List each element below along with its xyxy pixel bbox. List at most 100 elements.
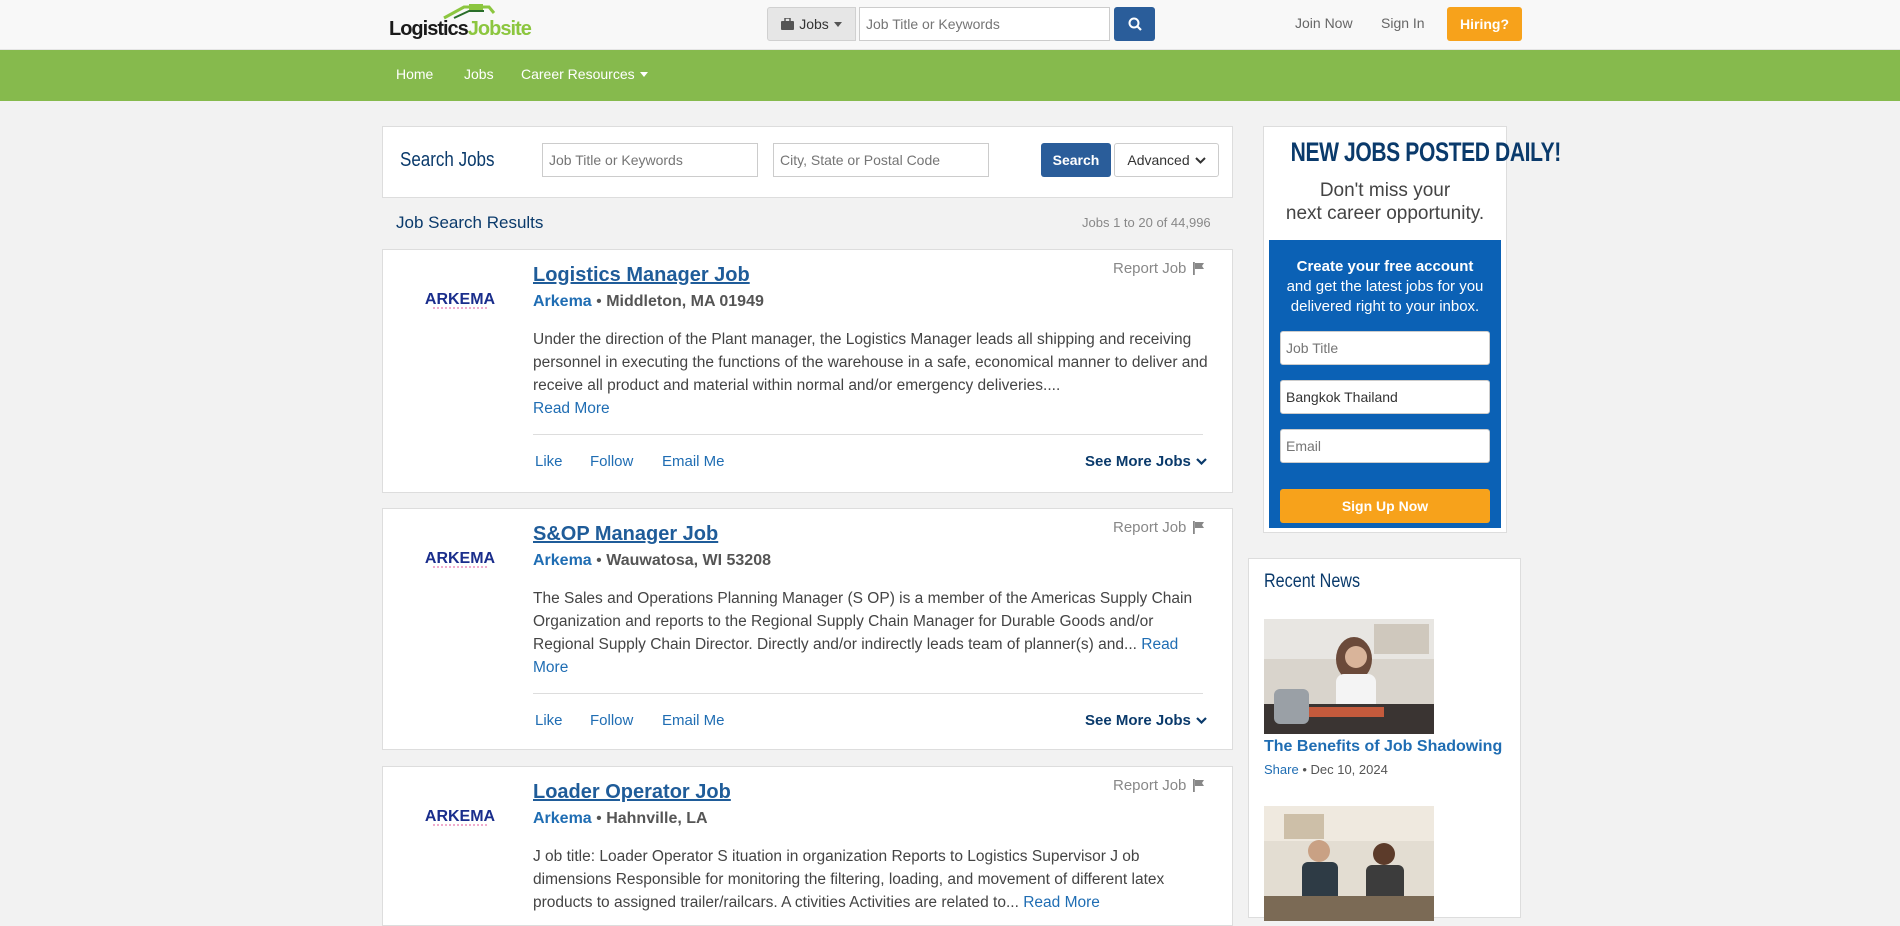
signup-form-text: Create your free account and get the lat… [1269,257,1501,317]
divider [533,693,1203,694]
nav-item-jobs[interactable]: Jobs [464,66,494,82]
job-card: ARKEMA Loader Operator Job Report Job Ar… [382,766,1233,926]
nav-item-career-resources-label: Career Resources [521,66,635,82]
read-more-link[interactable]: Read More [1023,894,1100,911]
recent-news-title: Recent News [1264,571,1361,592]
job-title-link[interactable]: Loader Operator Job [533,781,731,804]
job-location: Wauwatosa, WI 53208 [606,552,771,569]
job-title-link[interactable]: Logistics Manager Job [533,264,750,287]
signup-promo: NEW JOBS POSTED DAILY! Don't miss your n… [1263,126,1562,533]
report-job-label: Report Job [1113,519,1187,536]
report-job-link[interactable]: Report Job [1113,777,1205,794]
top-header: LogisticsJobsite Jobs Join Now Sign In H… [0,0,1900,50]
report-job-link[interactable]: Report Job [1113,260,1205,277]
signup-form: Create your free account and get the lat… [1269,240,1501,528]
follow-button[interactable]: Follow [590,712,633,729]
divider [533,434,1203,435]
job-description-text: The Sales and Operations Planning Manage… [533,590,1193,653]
company-link[interactable]: Arkema [533,552,592,569]
company-logo[interactable]: ARKEMA [413,290,508,312]
follow-button[interactable]: Follow [590,453,633,470]
job-description: Under the direction of the Plant manager… [533,328,1215,420]
job-card: ARKEMA S&OP Manager Job Report Job Arkem… [382,508,1233,750]
promo-location-input[interactable] [1280,380,1490,414]
company-logo-text: ARKEMA [425,291,496,308]
news-image[interactable] [1264,619,1434,734]
read-more-link[interactable]: Read More [533,400,610,417]
promo-job-title-input[interactable] [1280,331,1490,365]
email-me-button[interactable]: Email Me [662,453,725,470]
caret-down-icon [833,21,842,27]
sign-up-now-button[interactable]: Sign Up Now [1280,489,1490,523]
job-location: Hahnville, LA [606,810,708,827]
nav-item-career-resources[interactable]: Career Resources [521,66,648,82]
job-description-text: Under the direction of the Plant manager… [533,331,1208,394]
promo-email-input[interactable] [1280,429,1490,463]
chevron-down-icon [1194,156,1206,164]
promo-subtitle: Don't miss your next career opportunity. [1264,179,1506,225]
logo-text: LogisticsJobsite [389,18,532,40]
caret-down-icon [639,71,648,77]
results-title: Job Search Results [396,213,544,232]
signup-form-heading: Create your free account [1296,258,1474,275]
advanced-search-button[interactable]: Advanced [1114,143,1219,177]
see-more-jobs-label: See More Jobs [1085,453,1191,470]
promo-sub-line1: Don't miss your [1319,180,1451,201]
job-location: Middleton, MA 01949 [606,293,764,310]
news-meta: Share • Dec 10, 2024 [1264,762,1388,777]
job-description: J ob title: Loader Operator S ituation i… [533,845,1215,914]
header-search-input[interactable] [859,7,1110,41]
nav-item-home[interactable]: Home [396,66,433,82]
like-button[interactable]: Like [535,712,563,729]
site-logo[interactable]: LogisticsJobsite [389,4,532,46]
company-logo-text: ARKEMA [425,550,496,567]
job-meta: Arkema • Middleton, MA 01949 [533,293,764,310]
company-logo-text: ARKEMA [425,808,496,825]
job-description: The Sales and Operations Planning Manage… [533,587,1215,679]
job-meta: Arkema • Hahnville, LA [533,810,708,827]
search-jobs-panel: Search Jobs Search Advanced [382,126,1233,198]
search-button[interactable]: Search [1041,143,1111,177]
header-search-button[interactable] [1114,7,1155,41]
main-nav: Home Jobs Career Resources [0,50,1900,101]
promo-sub-line2: next career opportunity. [1285,203,1485,224]
company-logo[interactable]: ARKEMA [413,549,508,571]
see-more-jobs-label: See More Jobs [1085,712,1191,729]
news-date: Dec 10, 2024 [1310,762,1388,777]
company-link[interactable]: Arkema [533,810,592,827]
location-search-input[interactable] [773,143,989,177]
jobs-dropdown-label: Jobs [799,16,829,32]
email-me-button[interactable]: Email Me [662,712,725,729]
flag-icon [1193,521,1205,534]
company-logo[interactable]: ARKEMA [413,807,508,829]
results-count: Jobs 1 to 20 of 44,996 [1082,215,1211,230]
news-headline-link[interactable]: The Benefits of Job Shadowing [1264,738,1502,756]
advanced-label: Advanced [1127,152,1190,168]
join-now-link[interactable]: Join Now [1295,15,1353,31]
news-image[interactable] [1264,806,1434,921]
briefcase-icon [781,18,795,30]
see-more-jobs-button[interactable]: See More Jobs [1085,712,1207,729]
promo-headline: NEW JOBS POSTED DAILY! [1290,137,1562,167]
share-link[interactable]: Share [1264,762,1299,777]
hiring-button[interactable]: Hiring? [1447,7,1522,41]
search-icon [1128,17,1142,31]
flag-icon [1193,262,1205,275]
company-link[interactable]: Arkema [533,293,592,310]
chevron-down-icon [1196,458,1207,465]
search-jobs-title: Search Jobs [400,149,495,171]
signup-form-body: and get the latest jobs for you delivere… [1286,278,1484,315]
flag-icon [1193,779,1205,792]
like-button[interactable]: Like [535,453,563,470]
job-meta: Arkema • Wauwatosa, WI 53208 [533,552,771,569]
see-more-jobs-button[interactable]: See More Jobs [1085,453,1207,470]
report-job-label: Report Job [1113,260,1187,277]
jobs-type-dropdown[interactable]: Jobs [767,7,856,41]
job-card: ARKEMA Logistics Manager Job Report Job … [382,249,1233,493]
report-job-link[interactable]: Report Job [1113,519,1205,536]
job-title-link[interactable]: S&OP Manager Job [533,523,718,546]
sign-in-link[interactable]: Sign In [1381,15,1425,31]
keyword-search-input[interactable] [542,143,758,177]
report-job-label: Report Job [1113,777,1187,794]
recent-news-panel: Recent News The Benefits of Job Shadowin… [1248,558,1521,921]
